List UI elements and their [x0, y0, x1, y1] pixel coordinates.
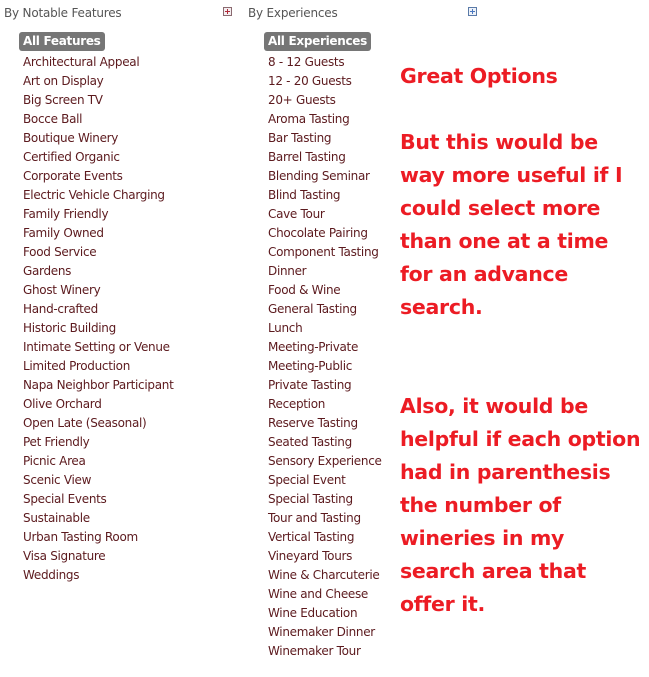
feature-filter-item[interactable]: Food Service	[23, 243, 173, 262]
feature-filter-item[interactable]: Hand-crafted	[23, 300, 173, 319]
all-experiences-button[interactable]: All Experiences	[264, 32, 371, 51]
annotation-title-text: Great Options	[400, 64, 558, 88]
annotation-paragraph-1-text: But this would be way more useful if I c…	[400, 130, 623, 319]
experience-filter-item[interactable]: Wine & Charcuterie	[268, 566, 382, 585]
feature-filter-item[interactable]: Boutique Winery	[23, 129, 173, 148]
feature-filter-item[interactable]: Intimate Setting or Venue	[23, 338, 173, 357]
feature-filter-item[interactable]: Historic Building	[23, 319, 173, 338]
experience-filter-item[interactable]: Reserve Tasting	[268, 414, 382, 433]
feature-filter-item[interactable]: Urban Tasting Room	[23, 528, 173, 547]
feature-filter-item[interactable]: Bocce Ball	[23, 110, 173, 129]
experience-filter-item[interactable]: 20+ Guests	[268, 91, 382, 110]
feature-filter-item[interactable]: Family Friendly	[23, 205, 173, 224]
feature-filter-item[interactable]: Scenic View	[23, 471, 173, 490]
experience-filter-item[interactable]: General Tasting	[268, 300, 382, 319]
experience-filter-item[interactable]: Special Event	[268, 471, 382, 490]
experience-filter-item[interactable]: Winemaker Tour	[268, 642, 382, 661]
feature-filter-item[interactable]: Family Owned	[23, 224, 173, 243]
annotation-title: Great Options	[400, 60, 630, 93]
experience-filter-item[interactable]: 8 - 12 Guests	[268, 53, 382, 72]
experience-filter-item[interactable]: Food & Wine	[268, 281, 382, 300]
feature-filter-item[interactable]: Ghost Winery	[23, 281, 173, 300]
experience-filter-item[interactable]: Meeting-Public	[268, 357, 382, 376]
experience-filter-item[interactable]: Vineyard Tours	[268, 547, 382, 566]
experience-filter-item[interactable]: 12 - 20 Guests	[268, 72, 382, 91]
feature-filter-item[interactable]: Limited Production	[23, 357, 173, 376]
experience-filter-item[interactable]: Private Tasting	[268, 376, 382, 395]
experience-filter-item[interactable]: Wine Education	[268, 604, 382, 623]
feature-filter-item[interactable]: Olive Orchard	[23, 395, 173, 414]
features-list: Architectural Appeal Art on Display Big Sc…	[23, 53, 174, 585]
experience-filter-item[interactable]: Dinner	[268, 262, 382, 281]
features-header: By Notable Features	[4, 6, 122, 20]
experience-filter-item[interactable]: Tour and Tasting	[268, 509, 382, 528]
feature-filter-item[interactable]: Gardens	[23, 262, 173, 281]
feature-filter-item[interactable]: Art on Display	[23, 72, 173, 91]
feature-filter-item[interactable]: Napa Neighbor Participant	[23, 376, 174, 395]
feature-filter-item[interactable]: Pet Friendly	[23, 433, 173, 452]
annotation-paragraph-2-text: Also, it would be helpful if each option…	[400, 394, 641, 616]
experience-filter-item[interactable]: Vertical Tasting	[268, 528, 382, 547]
experience-filter-item[interactable]: Chocolate Pairing	[268, 224, 382, 243]
experience-filter-item[interactable]: Component Tasting	[268, 243, 382, 262]
experience-filter-item[interactable]: Bar Tasting	[268, 129, 382, 148]
experience-filter-item[interactable]: Aroma Tasting	[268, 110, 382, 129]
experience-filter-item[interactable]: Wine and Cheese	[268, 585, 382, 604]
experience-filter-item[interactable]: Blending Seminar	[268, 167, 382, 186]
experiences-list: 8 - 12 Guests 12 - 20 Guests 20+ Guests Aro…	[268, 53, 382, 661]
all-features-button[interactable]: All Features	[19, 32, 105, 51]
experience-filter-item[interactable]: Lunch	[268, 319, 382, 338]
experiences-header: By Experiences	[248, 6, 338, 20]
experience-filter-item[interactable]: Blind Tasting	[268, 186, 382, 205]
feature-filter-item[interactable]: Open Late (Seasonal)	[23, 414, 173, 433]
experience-filter-item[interactable]: Reception	[268, 395, 382, 414]
experience-filter-item[interactable]: Cave Tour	[268, 205, 382, 224]
feature-filter-item[interactable]: Weddings	[23, 566, 173, 585]
feature-filter-item[interactable]: Picnic Area	[23, 452, 173, 471]
annotation-paragraph-1: But this would be way more useful if I c…	[400, 126, 630, 324]
experience-filter-item[interactable]: Seated Tasting	[268, 433, 382, 452]
feature-filter-item[interactable]: Sustainable	[23, 509, 173, 528]
experience-filter-item[interactable]: Winemaker Dinner	[268, 623, 382, 642]
feature-filter-item[interactable]: Special Events	[23, 490, 173, 509]
annotation-paragraph-2: Also, it would be helpful if each option…	[400, 390, 645, 621]
feature-filter-item[interactable]: Architectural Appeal	[23, 53, 173, 72]
feature-filter-item[interactable]: Big Screen TV	[23, 91, 173, 110]
experience-filter-item[interactable]: Special Tasting	[268, 490, 382, 509]
feature-filter-item[interactable]: Visa Signature	[23, 547, 173, 566]
expand-plus-icon[interactable]	[468, 7, 477, 16]
feature-filter-item[interactable]: Certified Organic	[23, 148, 173, 167]
expand-plus-icon[interactable]	[223, 7, 232, 16]
experience-filter-item[interactable]: Meeting-Private	[268, 338, 382, 357]
feature-filter-item[interactable]: Corporate Events	[23, 167, 173, 186]
experience-filter-item[interactable]: Barrel Tasting	[268, 148, 382, 167]
feature-filter-item[interactable]: Electric Vehicle Charging	[23, 186, 173, 205]
experience-filter-item[interactable]: Sensory Experience	[268, 452, 382, 471]
